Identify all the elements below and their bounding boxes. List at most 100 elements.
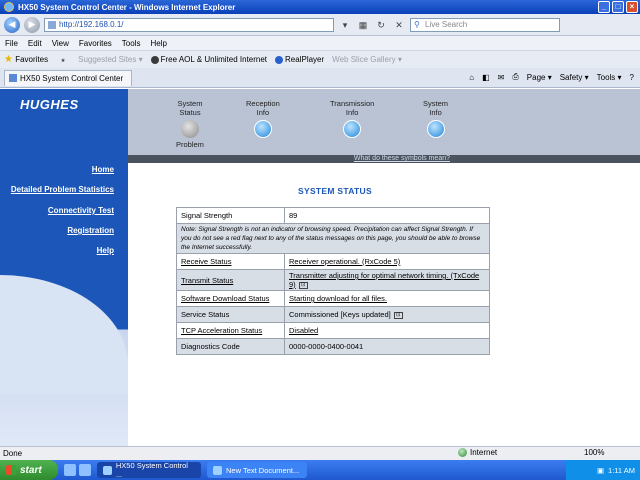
menu-bar: File Edit View Favorites Tools Help	[0, 36, 640, 50]
nav-transmission-info[interactable]: Transmission Info	[330, 99, 374, 140]
nav-system-info[interactable]: System Info	[423, 99, 448, 140]
compatibility-icon[interactable]: ▦	[356, 18, 370, 32]
search-placeholder: Live Search	[425, 20, 468, 29]
close-button[interactable]: ×	[626, 1, 638, 13]
notepad-icon	[213, 465, 222, 475]
fav-realplayer[interactable]: RealPlayer	[275, 55, 324, 64]
software-download-link[interactable]: Software Download Status	[176, 290, 285, 307]
web-page: HUGHES System Status Problem Reception I…	[0, 89, 640, 446]
window-title: HX50 System Control Center - Windows Int…	[18, 2, 236, 12]
table-row: Software Download Status Starting downlo…	[176, 290, 490, 307]
sidebar-item-detailed-problem-statistics[interactable]: Detailed Problem Statistics	[11, 185, 114, 194]
search-input[interactable]: ⚲ Live Search	[410, 17, 560, 32]
star-icon: ★	[4, 54, 13, 65]
sidebar-item-help[interactable]: Help	[97, 246, 114, 255]
clock: 1:11 AM	[608, 465, 635, 475]
fav-aol[interactable]: Free AOL & Unlimited Internet	[150, 55, 267, 64]
transmit-status-link[interactable]: Transmit Status	[176, 269, 285, 291]
help-icon[interactable]: ?	[630, 73, 634, 82]
page-title: SYSTEM STATUS	[298, 186, 372, 196]
mail-icon[interactable]: ✉	[498, 73, 505, 82]
tab-favicon-icon	[9, 74, 17, 82]
software-download-value[interactable]: Starting download for all files.	[284, 290, 490, 307]
nav-reception-info[interactable]: Reception Info	[246, 99, 280, 140]
fav-web-slice-gallery[interactable]: Web Slice Gallery ▾	[332, 55, 402, 64]
window-titlebar: HX50 System Control Center - Windows Int…	[0, 0, 640, 14]
tab-hx50[interactable]: HX50 System Control Center	[4, 69, 133, 86]
menu-view[interactable]: View	[52, 39, 69, 48]
quicklaunch-ie-icon[interactable]	[64, 464, 76, 476]
transmit-status-value[interactable]: Transmitter adjusting for optimal networ…	[289, 271, 479, 289]
info-tag-icon[interactable]: ⊡	[393, 311, 403, 319]
command-bar: ⌂ ◧ ✉ ⎙ Page ▾ Safety ▾ Tools ▾ ?	[469, 72, 634, 82]
nav-system-status[interactable]: System Status Problem	[176, 99, 204, 149]
cmd-page[interactable]: Page ▾	[527, 73, 552, 82]
receive-status-value[interactable]: Receiver operational. (RxCode 5)	[284, 253, 490, 270]
service-status-cell: Commissioned [Keys updated] ⊡	[284, 306, 490, 323]
stop-icon[interactable]: ✕	[392, 18, 406, 32]
diagnostics-code-value: 0000-0000-0400-0041	[284, 338, 490, 355]
address-toolbar: ◀ ▶ http://192.168.0.1/ ▾ ▦ ↻ ✕ ⚲ Live S…	[0, 14, 640, 36]
status-ok-icon	[253, 120, 272, 138]
system-tray: ▣ 1:11 AM	[566, 460, 640, 480]
status-grey-icon	[180, 120, 199, 138]
logo-area: HUGHES	[0, 89, 128, 155]
forward-button[interactable]: ▶	[24, 16, 40, 33]
search-icon: ⚲	[414, 19, 420, 29]
aol-icon	[150, 55, 159, 64]
status-ok-icon	[343, 120, 362, 138]
page-icon	[48, 20, 56, 29]
zoom-level[interactable]: 100%	[584, 448, 604, 457]
signal-strength-value: 89	[284, 207, 490, 224]
sidebar-decoration	[0, 275, 128, 395]
taskbar-item-hx50[interactable]: HX50 System Control ...	[97, 461, 201, 479]
quick-launch	[64, 464, 91, 476]
address-field[interactable]: http://192.168.0.1/	[44, 17, 334, 32]
menu-help[interactable]: Help	[150, 39, 166, 48]
table-row: Transmit Status Transmitter adjusting fo…	[176, 269, 490, 291]
cmd-safety[interactable]: Safety ▾	[560, 73, 589, 82]
status-bar: Done Internet 100%	[0, 446, 640, 460]
back-button[interactable]: ◀	[4, 16, 20, 33]
globe-icon	[458, 448, 467, 457]
add-favorite-icon[interactable]: ⭑	[56, 53, 70, 67]
sidebar-item-registration[interactable]: Registration	[67, 226, 114, 235]
ie-logo-icon	[4, 2, 14, 12]
sidebar-item-home[interactable]: Home	[92, 165, 114, 174]
refresh-icon[interactable]: ↻	[374, 18, 388, 32]
feeds-icon[interactable]: ◧	[482, 73, 490, 82]
menu-file[interactable]: File	[5, 39, 18, 48]
symbols-help-link[interactable]: What do these symbols mean?	[354, 155, 450, 162]
quicklaunch-desktop-icon[interactable]	[79, 464, 91, 476]
status-table: Signal Strength 89 Note: Signal Strength…	[176, 207, 490, 355]
info-tag-icon[interactable]: ⊡	[298, 281, 308, 289]
menu-tools[interactable]: Tools	[122, 39, 141, 48]
tcp-acceleration-link[interactable]: TCP Acceleration Status	[176, 322, 285, 339]
status-ok-icon	[426, 120, 445, 138]
menu-favorites[interactable]: Favorites	[79, 39, 112, 48]
tab-title: HX50 System Control Center	[20, 73, 124, 83]
taskbar-item-notepad[interactable]: New Text Document...	[207, 462, 307, 478]
print-icon[interactable]: ⎙	[512, 72, 518, 82]
receive-status-link[interactable]: Receive Status	[176, 253, 285, 270]
menu-edit[interactable]: Edit	[28, 39, 42, 48]
maximize-button[interactable]: □	[612, 1, 624, 13]
signal-strength-label: Signal Strength	[176, 207, 285, 224]
hughes-logo: HUGHES	[20, 97, 79, 112]
ie-icon	[103, 465, 112, 475]
page-header: HUGHES System Status Problem Reception I…	[0, 89, 640, 155]
transmit-status-cell: Transmitter adjusting for optimal networ…	[284, 269, 490, 291]
cmd-tools[interactable]: Tools ▾	[597, 73, 622, 82]
favorites-button[interactable]: ★ Favorites	[4, 54, 48, 65]
realplayer-icon	[275, 55, 284, 64]
tcp-acceleration-value[interactable]: Disabled	[284, 322, 490, 339]
favorites-bar: ★ Favorites ⭑ Suggested Sites ▾ Free AOL…	[0, 50, 640, 68]
address-dropdown-icon[interactable]: ▾	[338, 18, 352, 32]
table-row: Receive Status Receiver operational. (Rx…	[176, 253, 490, 270]
network-tray-icon[interactable]: ▣	[597, 466, 604, 475]
sidebar-item-connectivity-test[interactable]: Connectivity Test	[48, 206, 114, 215]
minimize-button[interactable]: _	[598, 1, 610, 13]
fav-suggested-sites[interactable]: Suggested Sites ▾	[78, 55, 143, 64]
home-icon[interactable]: ⌂	[469, 73, 474, 82]
start-button[interactable]: start	[0, 460, 58, 480]
